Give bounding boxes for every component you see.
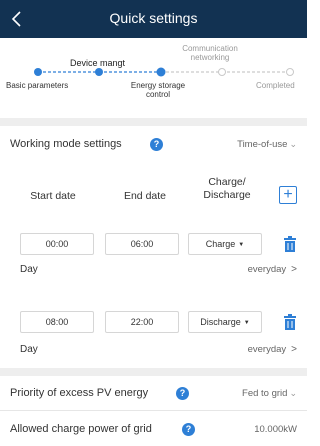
chevron-right-icon: >	[291, 264, 297, 275]
chevron-down-icon: ⌄	[289, 388, 297, 398]
step-label-completed: Completed	[256, 81, 295, 90]
step-label-basic-parameters: Basic parameters	[6, 81, 69, 90]
step-label-communication: Communication networking	[182, 44, 238, 62]
caret-down-icon: ▼	[238, 242, 245, 248]
end-date-header: End date	[123, 190, 167, 202]
step-label-energy-storage: Energy storage control	[130, 81, 186, 99]
day-row[interactable]: Day everyday >	[0, 338, 307, 362]
progress-stepper: Device mangt Communication networking Ba…	[0, 38, 307, 118]
add-period-button[interactable]: +	[279, 186, 297, 204]
step-node-device-mangt	[95, 68, 103, 76]
working-mode-label: Working mode settings	[10, 138, 122, 150]
mode-select[interactable]: Charge ▼	[188, 233, 262, 255]
help-icon[interactable]: ?	[176, 387, 189, 400]
charge-discharge-header: Charge/ Discharge	[203, 176, 251, 201]
step-node-energy-storage-control	[156, 67, 166, 77]
stepper-track	[34, 67, 294, 77]
start-time-field[interactable]: 00:00	[20, 233, 94, 255]
start-time-field[interactable]: 08:00	[20, 311, 94, 333]
grid-charge-power-value[interactable]: 10.000kW	[254, 424, 297, 435]
delete-icon[interactable]	[283, 236, 297, 252]
delete-icon[interactable]	[283, 314, 297, 330]
help-icon[interactable]: ?	[182, 423, 195, 436]
chevron-down-icon: ⌄	[289, 139, 297, 149]
step-node-basic-parameters	[34, 68, 42, 76]
top-bar: Quick settings	[0, 0, 307, 38]
section-divider	[0, 368, 307, 376]
end-time-field[interactable]: 06:00	[105, 233, 179, 255]
pv-priority-value[interactable]: Fed to grid ⌄	[242, 388, 297, 399]
step-label-device-mangt: Device mangt	[70, 58, 126, 68]
working-mode-row[interactable]: Working mode settings ? Time-of-use ⌄	[0, 126, 307, 162]
chevron-right-icon: >	[291, 344, 297, 355]
pv-priority-label: Priority of excess PV energy	[10, 387, 149, 399]
end-time-field[interactable]: 22:00	[105, 311, 179, 333]
grid-charge-power-row[interactable]: Allowed charge power of grid ? 10.000kW	[0, 412, 307, 446]
start-date-header: Start date	[30, 190, 76, 202]
pv-priority-row[interactable]: Priority of excess PV energy ? Fed to gr…	[0, 376, 307, 410]
step-node-completed	[286, 68, 294, 76]
help-icon[interactable]: ?	[150, 138, 163, 151]
step-node-communication	[218, 68, 226, 76]
page-title: Quick settings	[109, 10, 198, 26]
working-mode-value[interactable]: Time-of-use ⌄	[237, 139, 297, 150]
grid-charge-power-label: Allowed charge power of grid	[10, 423, 152, 435]
section-divider	[0, 118, 307, 126]
day-row[interactable]: Day everyday >	[0, 258, 307, 282]
mode-select[interactable]: Discharge ▼	[188, 311, 262, 333]
row-separator	[0, 410, 307, 411]
caret-down-icon: ▼	[243, 320, 250, 326]
